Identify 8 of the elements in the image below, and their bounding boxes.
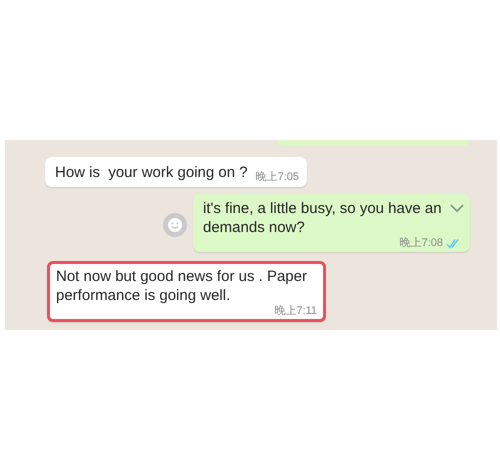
- chevron-down-icon[interactable]: [450, 204, 464, 213]
- message-time: 晚上7:05: [256, 170, 300, 184]
- message-time: 晚上7:11: [274, 304, 317, 318]
- emoji-icon[interactable]: [163, 213, 187, 237]
- message-text: How is your work going on ?: [55, 163, 248, 182]
- message-text: it's fine, a little busy, so you have an demands now?: [203, 199, 442, 237]
- message-time: 晚上7:08: [400, 236, 443, 250]
- message-text: Not now but good news for us . Paper performance is going well.: [56, 267, 307, 305]
